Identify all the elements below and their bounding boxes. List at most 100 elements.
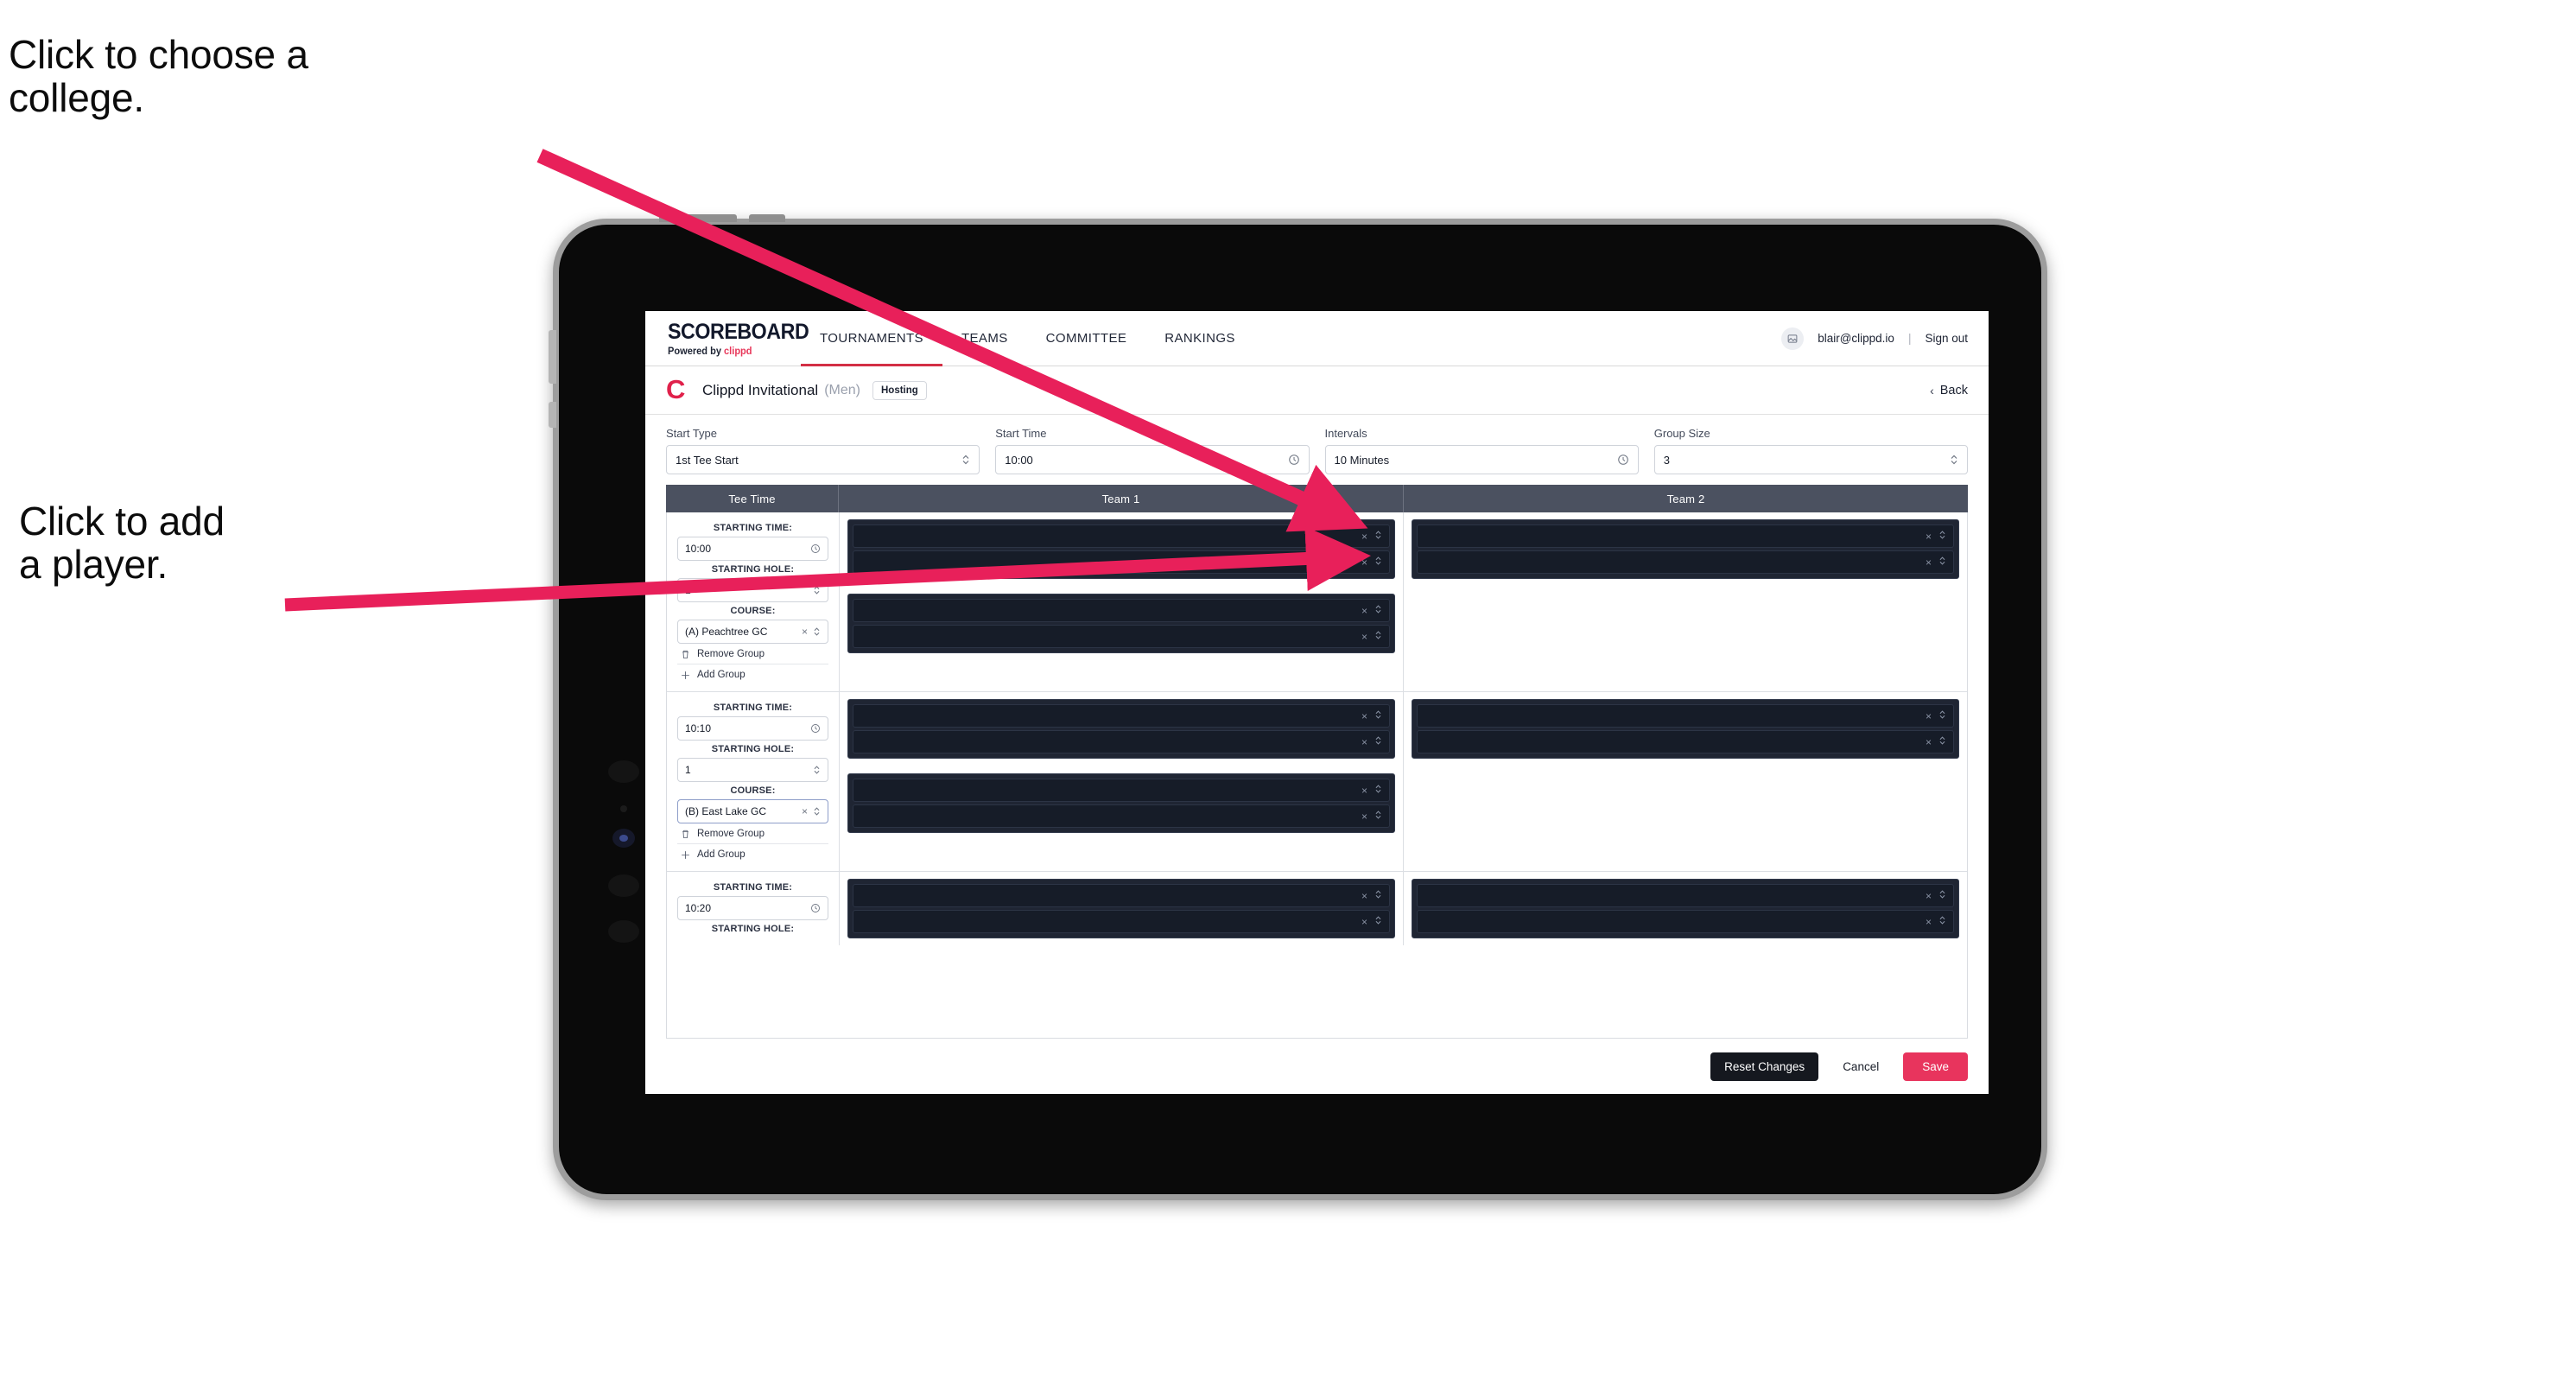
tee-time-cell: STARTING TIME: 10:00 STARTING HOLE: 1 CO… [667, 512, 840, 691]
stepper-icon[interactable] [1938, 734, 1946, 750]
player-slot[interactable]: × [853, 704, 1390, 728]
group-size-label: Group Size [1653, 427, 1710, 440]
cancel-button[interactable]: Cancel [1830, 1052, 1892, 1081]
stepper-icon[interactable] [1374, 529, 1382, 544]
start-type-label: Start Type [666, 427, 718, 440]
clear-icon[interactable]: × [1361, 531, 1367, 542]
player-block: × × [847, 773, 1395, 833]
clear-icon[interactable]: × [1361, 917, 1367, 927]
player-actions: × [1926, 914, 1946, 930]
user-image-icon[interactable] [1781, 327, 1805, 350]
remove-group-button[interactable]: Remove Group [677, 823, 828, 844]
add-group-button[interactable]: Add Group [677, 844, 828, 864]
player-slot[interactable]: × [853, 625, 1390, 648]
sign-out-link[interactable]: Sign out [1925, 332, 1968, 345]
plus-icon [681, 671, 690, 680]
clock-icon [810, 903, 821, 913]
course-select[interactable]: (A) Peachtree GC × [677, 620, 828, 644]
back-button[interactable]: ‹ Back [1930, 384, 1968, 397]
logo-tagline-brand: clippd [724, 346, 752, 357]
player-slot[interactable]: × [853, 525, 1390, 548]
nav-tab-tournaments[interactable]: TOURNAMENTS [801, 311, 942, 366]
clear-icon[interactable]: × [1926, 891, 1932, 901]
starting-time-input[interactable]: 10:20 [677, 896, 828, 920]
stepper-icon[interactable] [1374, 914, 1382, 930]
stepper-icon [813, 626, 821, 637]
player-actions: × [1926, 529, 1946, 544]
clear-icon[interactable]: × [1926, 737, 1932, 747]
player-slot[interactable]: × [1417, 910, 1954, 933]
starting-hole-select[interactable]: 1 [677, 758, 828, 782]
player-slot[interactable]: × [853, 910, 1390, 933]
player-slot[interactable]: × [1417, 525, 1954, 548]
group-size-select[interactable]: 3 [1653, 445, 1968, 474]
player-slot[interactable]: × [853, 804, 1390, 828]
player-block: × × [1412, 699, 1959, 759]
clear-icon[interactable]: × [1361, 606, 1367, 616]
tournament-logo-icon: C [666, 373, 686, 404]
stepper-icon[interactable] [1938, 529, 1946, 544]
intervals-input[interactable]: 10 Minutes [1324, 445, 1639, 474]
clear-icon[interactable]: × [1361, 737, 1367, 747]
stepper-icon[interactable] [1374, 555, 1382, 570]
starting-hole-label: STARTING HOLE: [711, 924, 795, 934]
clear-icon[interactable]: × [1926, 531, 1932, 542]
clear-icon[interactable]: × [1361, 557, 1367, 568]
stepper-icon[interactable] [1374, 629, 1382, 645]
starting-hole-value: 1 [685, 584, 691, 596]
clear-icon[interactable]: × [802, 626, 808, 638]
player-actions: × [1361, 555, 1382, 570]
clear-icon[interactable]: × [802, 805, 808, 817]
add-group-button[interactable]: Add Group [677, 664, 828, 684]
nav-tab-rankings[interactable]: RANKINGS [1145, 311, 1254, 366]
starting-time-label: STARTING TIME: [713, 523, 793, 533]
remove-group-label: Remove Group [697, 829, 765, 839]
player-slot[interactable]: × [853, 730, 1390, 753]
stepper-icon[interactable] [1938, 709, 1946, 724]
player-slot[interactable]: × [1417, 730, 1954, 753]
starting-time-input[interactable]: 10:00 [677, 537, 828, 561]
account-email: blair@clippd.io [1818, 332, 1894, 345]
remove-group-button[interactable]: Remove Group [677, 644, 828, 664]
reset-changes-button[interactable]: Reset Changes [1710, 1052, 1819, 1081]
nav-tab-committee[interactable]: COMMITTEE [1027, 311, 1146, 366]
clear-icon[interactable]: × [1361, 632, 1367, 642]
device-power-button [549, 402, 556, 428]
clear-icon[interactable]: × [1361, 785, 1367, 796]
player-slot[interactable]: × [853, 779, 1390, 802]
control-group-size: Group Size 3 [1653, 427, 1968, 474]
stepper-icon[interactable] [1938, 555, 1946, 570]
player-slot[interactable]: × [853, 550, 1390, 574]
stepper-icon[interactable] [1374, 809, 1382, 824]
clear-icon[interactable]: × [1926, 917, 1932, 927]
stepper-icon[interactable] [1938, 888, 1946, 904]
device-volume-button [549, 330, 556, 384]
scoreboard-logo[interactable]: SCOREBOARD Powered by clippd [645, 311, 809, 366]
course-select[interactable]: (B) East Lake GC × [677, 799, 828, 823]
stepper-icon[interactable] [1374, 734, 1382, 750]
clear-icon[interactable]: × [1926, 557, 1932, 568]
tablet-device-frame: SCOREBOARD Powered by clippd TOURNAMENTS… [549, 214, 2047, 1200]
stepper-icon[interactable] [1374, 888, 1382, 904]
clear-icon[interactable]: × [1926, 711, 1932, 722]
clear-icon[interactable]: × [1361, 711, 1367, 722]
stepper-icon[interactable] [1374, 709, 1382, 724]
clear-icon[interactable]: × [1361, 891, 1367, 901]
start-time-input[interactable]: 10:00 [995, 445, 1310, 474]
plus-icon [681, 850, 690, 860]
starting-time-input[interactable]: 10:10 [677, 716, 828, 741]
player-slot[interactable]: × [853, 884, 1390, 907]
nav-tab-teams[interactable]: TEAMS [942, 311, 1027, 366]
player-slot[interactable]: × [1417, 550, 1954, 574]
player-slot[interactable]: × [1417, 704, 1954, 728]
clear-icon[interactable]: × [1361, 811, 1367, 822]
start-type-select[interactable]: 1st Tee Start [666, 445, 980, 474]
stepper-icon[interactable] [1374, 603, 1382, 619]
save-button[interactable]: Save [1903, 1052, 1968, 1081]
player-slot[interactable]: × [1417, 884, 1954, 907]
stepper-icon[interactable] [1374, 783, 1382, 798]
stepper-icon[interactable] [1938, 914, 1946, 930]
player-slot[interactable]: × [853, 599, 1390, 622]
starting-hole-select[interactable]: 1 [677, 578, 828, 602]
course-label: COURSE: [730, 606, 776, 616]
